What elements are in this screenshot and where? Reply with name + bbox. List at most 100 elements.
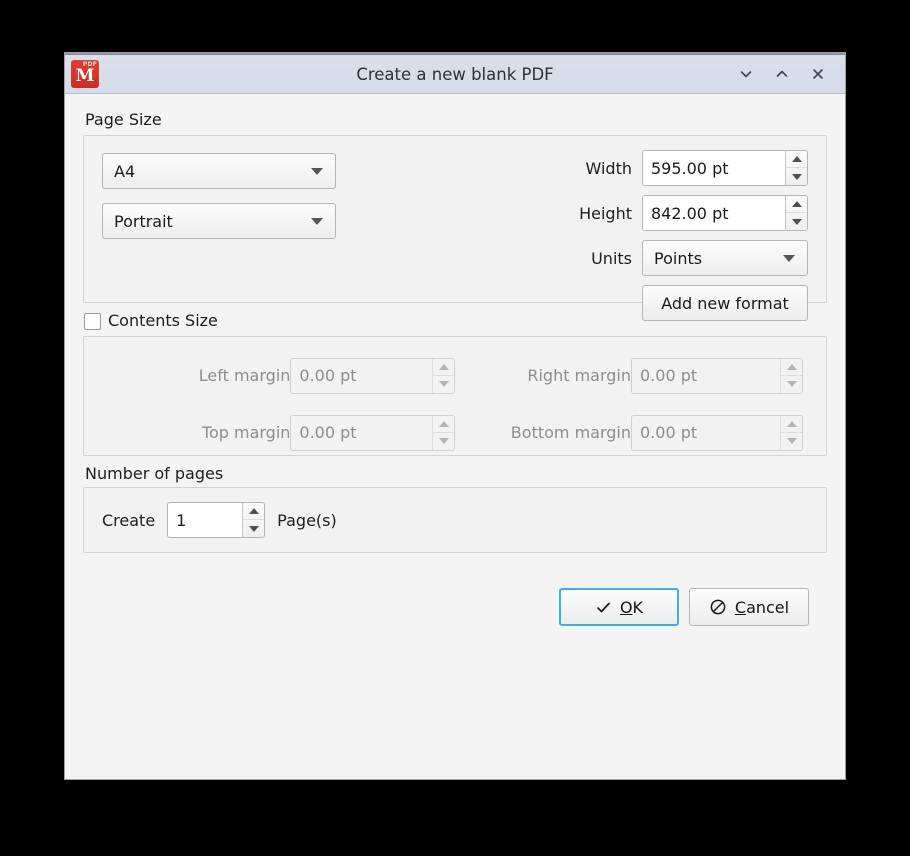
maximize-button[interactable] [771,63,793,85]
orientation-combo[interactable]: Portrait [102,203,336,239]
dialog-footer: OK Cancel [83,562,827,626]
triangle-up-icon [792,156,802,162]
page-size-section: Page Size A4 Portrait Width [83,111,827,303]
page-count-input[interactable]: 1 [168,503,242,537]
triangle-up-icon [787,421,797,427]
chevron-down-icon [783,255,795,262]
width-spin-down[interactable] [786,168,807,185]
top-margin-input: 0.00 pt [291,416,432,450]
dialog-body: Page Size A4 Portrait Width [65,94,845,779]
left-margin-spinbox: 0.00 pt [290,358,455,394]
height-spin-down[interactable] [786,213,807,230]
left-margin-spin-buttons [432,359,454,393]
triangle-down-icon [439,438,449,444]
pages-label: Page(s) [277,511,337,530]
units-label: Units [591,249,632,268]
right-margin-label: Right margin [455,366,631,385]
bottom-margin-row: Bottom margin 0.00 pt [455,410,808,455]
check-icon [595,599,612,616]
units-row: Units Points [591,240,808,276]
page-size-right-column: Width 595.00 pt Height 842.00 pt [579,150,808,302]
width-label: Width [586,159,632,178]
triangle-down-icon [439,381,449,387]
ok-mnemonic: O [620,598,633,617]
page-count-spin-down[interactable] [243,520,264,537]
paper-format-value: A4 [114,162,311,181]
paper-format-combo[interactable]: A4 [102,153,336,189]
page-size-title: Page Size [85,111,827,129]
units-combo[interactable]: Points [642,240,808,276]
cancel-button[interactable]: Cancel [689,588,809,626]
block-icon [709,598,727,616]
width-spinbox[interactable]: 595.00 pt [642,150,808,186]
triangle-up-icon [439,421,449,427]
number-of-pages-section: Number of pages Create 1 Page(s) [83,465,827,553]
triangle-up-icon [249,508,259,514]
width-spin-up[interactable] [786,151,807,168]
height-spin-up[interactable] [786,196,807,213]
left-margin-row: Left margin 0.00 pt [102,353,455,398]
height-input[interactable]: 842.00 pt [643,196,785,230]
create-label: Create [102,511,155,530]
right-margin-spinbox: 0.00 pt [631,358,803,394]
bottom-margin-label: Bottom margin [455,423,631,442]
bottom-margin-input: 0.00 pt [632,416,780,450]
number-of-pages-title: Number of pages [85,465,827,483]
left-margin-spin-up [433,359,454,376]
page-size-left-column: A4 Portrait [102,150,354,302]
height-spin-buttons [785,196,807,230]
right-margin-spin-up [781,359,802,376]
right-margin-input: 0.00 pt [632,359,780,393]
page-size-groupbox: A4 Portrait Width 595.00 pt [83,135,827,303]
right-margin-spin-buttons [780,359,802,393]
page-count-spin-up[interactable] [243,503,264,520]
bottom-margin-spin-up [781,416,802,433]
orientation-value: Portrait [114,212,311,231]
pdf-app-icon: PDF M [71,60,99,88]
right-margin-spin-down [781,376,802,393]
top-margin-label: Top margin [102,423,290,442]
height-label: Height [579,204,632,223]
ok-button[interactable]: OK [559,588,679,626]
page-count-spin-buttons [242,503,264,537]
cancel-mnemonic: C [735,598,746,617]
top-margin-spin-buttons [432,416,454,450]
left-margin-input: 0.00 pt [291,359,432,393]
right-margin-row: Right margin 0.00 pt [455,353,808,398]
contents-size-header: Contents Size [84,312,827,330]
top-margin-row: Top margin 0.00 pt [102,410,455,455]
left-margin-spin-down [433,376,454,393]
minimize-button[interactable] [735,63,757,85]
cancel-rest: ancel [746,598,789,617]
triangle-down-icon [249,526,259,532]
masterpdf-m-glyph: M [71,68,99,85]
close-button[interactable] [807,63,829,85]
close-icon [810,66,826,82]
chevron-down-icon [311,218,323,225]
contents-size-groupbox: Left margin 0.00 pt Right margin 0.00 pt [83,336,827,456]
height-spinbox[interactable]: 842.00 pt [642,195,808,231]
triangle-down-icon [787,438,797,444]
create-blank-pdf-dialog: PDF M Create a new blank PDF [64,52,846,780]
chevron-up-icon [774,66,790,82]
title-bar[interactable]: PDF M Create a new blank PDF [65,53,845,94]
ok-rest: K [633,598,644,617]
triangle-down-icon [787,381,797,387]
triangle-down-icon [792,219,802,225]
triangle-down-icon [792,174,802,180]
page-count-spinbox[interactable]: 1 [167,502,265,538]
chevron-down-icon [311,168,323,175]
triangle-up-icon [439,364,449,370]
cancel-label: Cancel [735,598,789,617]
contents-size-checkbox[interactable] [84,313,101,330]
top-margin-spinbox: 0.00 pt [290,415,455,451]
units-value: Points [654,249,783,268]
window-title: Create a new blank PDF [65,65,845,84]
top-margin-spin-up [433,416,454,433]
top-margin-spin-down [433,433,454,450]
triangle-up-icon [787,364,797,370]
width-input[interactable]: 595.00 pt [643,151,785,185]
contents-size-section: Contents Size Left margin 0.00 pt Right … [83,312,827,456]
ok-label: OK [620,598,643,617]
height-row: Height 842.00 pt [579,195,808,231]
